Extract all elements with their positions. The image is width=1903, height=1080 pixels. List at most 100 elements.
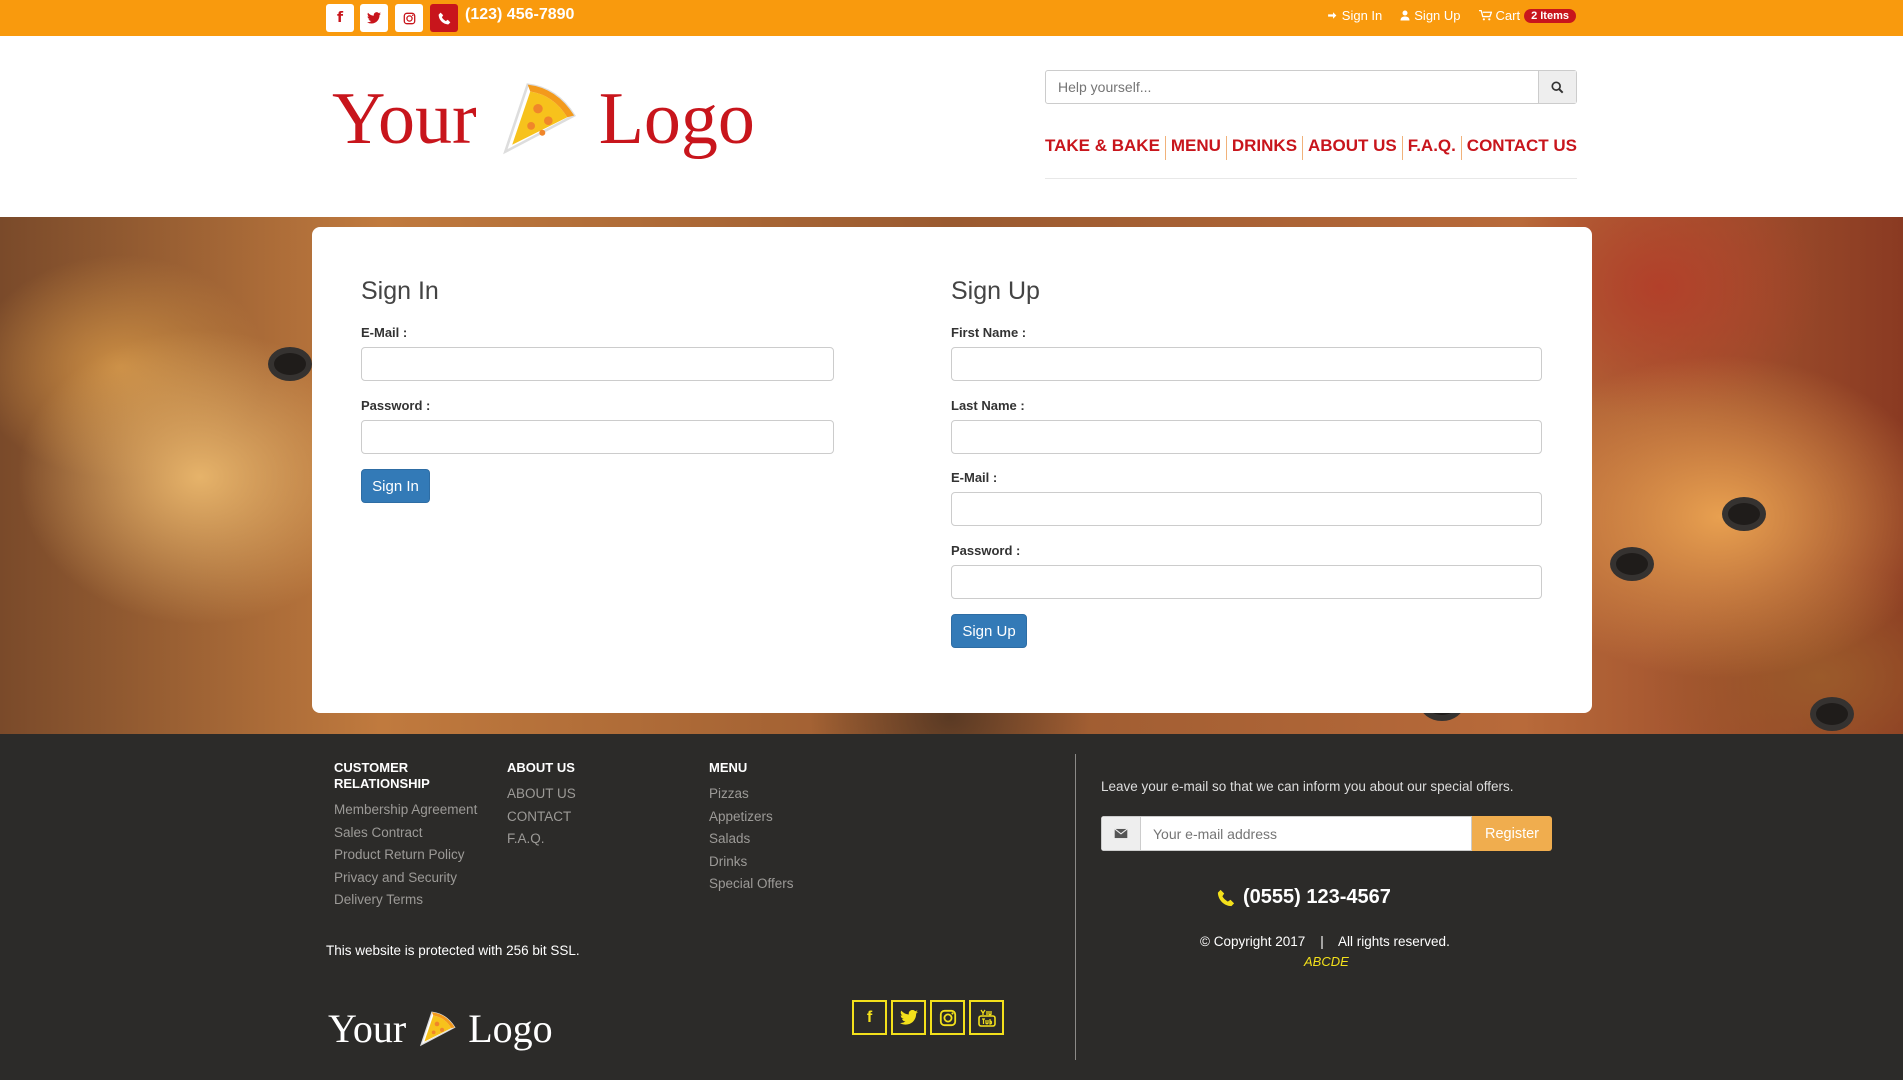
nav-divider	[1460, 136, 1462, 160]
instagram-icon[interactable]	[395, 4, 423, 32]
nav-faq[interactable]: F.A.Q.	[1408, 136, 1456, 160]
nav-divider	[1401, 136, 1403, 160]
sign-in-link[interactable]: Sign In	[1327, 8, 1382, 23]
phone-icon	[1217, 889, 1235, 906]
footer-link[interactable]: Salads	[709, 831, 794, 854]
facebook-icon[interactable]: f	[852, 1000, 887, 1035]
facebook-icon[interactable]: f	[326, 4, 354, 32]
first-name-field[interactable]	[951, 347, 1542, 381]
user-icon	[1400, 10, 1410, 21]
copyright-text: © Copyright 2017 | All rights reserved.	[1200, 934, 1450, 949]
sign-up-email-label: E-Mail :	[951, 470, 998, 485]
sign-up-email-field[interactable]	[951, 492, 1542, 526]
nav-take-bake[interactable]: TAKE & BAKE	[1045, 136, 1160, 160]
footer-link[interactable]: Appetizers	[709, 809, 794, 832]
logo-word-right: Logo	[598, 77, 755, 160]
cart-count-badge: 2 Items	[1524, 8, 1576, 23]
footer-social-icons: f	[852, 1000, 1004, 1035]
nav-divider	[1302, 136, 1303, 160]
footer-link[interactable]: CONTACT	[507, 809, 576, 832]
sign-up-button[interactable]: Sign Up	[951, 614, 1027, 648]
footer-about-links: ABOUT US CONTACT F.A.Q.	[507, 786, 576, 854]
register-button[interactable]: Register	[1472, 816, 1552, 851]
last-name-label: Last Name :	[951, 398, 1025, 413]
sign-in-label: Sign In	[1341, 8, 1383, 23]
search-icon	[1551, 80, 1564, 93]
first-name-label: First Name :	[951, 325, 1027, 340]
site-logo[interactable]: Your Logo	[332, 74, 755, 164]
nav-about-us[interactable]: ABOUT US	[1308, 136, 1397, 160]
sign-up-password-label: Password :	[951, 543, 1021, 558]
nav-divider	[1164, 136, 1166, 160]
footer-link[interactable]: Sales Contract	[334, 825, 477, 848]
nav-underline	[1045, 178, 1577, 179]
olive-decoration	[1722, 497, 1766, 531]
footer-divider	[1075, 754, 1076, 1060]
olive-decoration	[1610, 547, 1654, 581]
sign-up-link[interactable]: Sign Up	[1400, 8, 1461, 23]
nav-menu[interactable]: MENU	[1171, 136, 1221, 160]
newsletter-email-input[interactable]	[1141, 816, 1472, 851]
pizza-slice-icon	[420, 1011, 456, 1046]
sign-in-title: Sign In	[361, 277, 439, 305]
footer-link[interactable]: Membership Agreement	[334, 802, 477, 825]
sign-in-password-label: Password :	[361, 398, 431, 413]
footer-about-heading: ABOUT US	[507, 760, 575, 775]
instagram-icon[interactable]	[930, 1000, 965, 1035]
twitter-icon[interactable]	[891, 1000, 926, 1035]
footer-link[interactable]: ABOUT US	[507, 786, 576, 809]
nav-divider	[1225, 136, 1227, 160]
phone-icon[interactable]	[430, 4, 458, 32]
footer-logo[interactable]: Your Logo	[328, 1005, 553, 1052]
sign-in-email-field[interactable]	[361, 347, 834, 381]
footer-link[interactable]: Pizzas	[709, 786, 794, 809]
footer-link[interactable]: Delivery Terms	[334, 892, 477, 915]
nav-contact-us[interactable]: CONTACT US	[1467, 136, 1577, 160]
footer-link[interactable]: Drinks	[709, 854, 794, 877]
twitter-icon[interactable]	[360, 4, 388, 32]
site-footer: CUSTOMER RELATIONSHIP Membership Agreeme…	[0, 734, 1903, 1080]
account-links: Sign In Sign Up Cart 2 Items	[1327, 8, 1576, 23]
footer-link[interactable]: Special Offers	[709, 876, 794, 899]
search-bar	[1045, 70, 1577, 104]
search-button[interactable]	[1538, 71, 1576, 103]
footer-link[interactable]: Product Return Policy	[334, 847, 477, 870]
youtube-icon[interactable]	[969, 1000, 1004, 1035]
footer-customer-relationship-heading: CUSTOMER RELATIONSHIP	[334, 760, 430, 791]
footer-menu-links: Pizzas Appetizers Salads Drinks Special …	[709, 786, 794, 899]
top-phone-number: (123) 456-7890	[465, 6, 575, 23]
olive-decoration	[268, 347, 312, 381]
sign-in-icon	[1327, 12, 1337, 19]
top-bar: f (123) 456-7890 Sign In Sign Up Cart 2 …	[0, 0, 1903, 36]
last-name-field[interactable]	[951, 420, 1542, 454]
envelope-icon	[1101, 816, 1141, 851]
footer-phone: (0555) 123-4567	[1217, 886, 1391, 909]
footer-customer-links: Membership Agreement Sales Contract Prod…	[334, 802, 477, 915]
ssl-notice: This website is protected with 256 bit S…	[326, 943, 580, 958]
sign-in-button[interactable]: Sign In	[361, 469, 430, 503]
footer-phone-number: (0555) 123-4567	[1243, 886, 1391, 908]
newsletter-promo-text: Leave your e-mail so that we can inform …	[1101, 779, 1514, 794]
main-nav: TAKE & BAKE MENU DRINKS ABOUT US F.A.Q. …	[1045, 136, 1577, 160]
footer-menu-heading: MENU	[709, 760, 748, 775]
search-input[interactable]	[1046, 71, 1538, 103]
footer-logo-word-right: Logo	[468, 1006, 553, 1051]
cart-label: Cart	[1495, 8, 1521, 23]
logo-word-left: Your	[332, 77, 477, 160]
footer-link[interactable]: Privacy and Security	[334, 870, 477, 893]
sign-up-label: Sign Up	[1414, 8, 1461, 23]
sign-in-email-label: E-Mail :	[361, 325, 408, 340]
sign-in-password-field[interactable]	[361, 420, 834, 454]
site-header: Your Logo TAKE & BAKE MENU DRINKS ABOUT …	[0, 36, 1903, 217]
footer-logo-word-left: Your	[328, 1006, 407, 1051]
nav-drinks[interactable]: DRINKS	[1232, 136, 1297, 160]
cart-link[interactable]: Cart 2 Items	[1478, 8, 1576, 23]
pizza-slice-icon	[502, 83, 576, 155]
brand-credit[interactable]: ABCDE	[1304, 954, 1349, 969]
auth-card: Sign In E-Mail : Password : Sign In Sign…	[312, 227, 1592, 713]
newsletter-form: Register	[1101, 816, 1552, 851]
footer-link[interactable]: F.A.Q.	[507, 831, 576, 854]
sign-up-password-field[interactable]	[951, 565, 1542, 599]
cart-icon	[1478, 10, 1492, 21]
sign-up-title: Sign Up	[951, 277, 1040, 305]
